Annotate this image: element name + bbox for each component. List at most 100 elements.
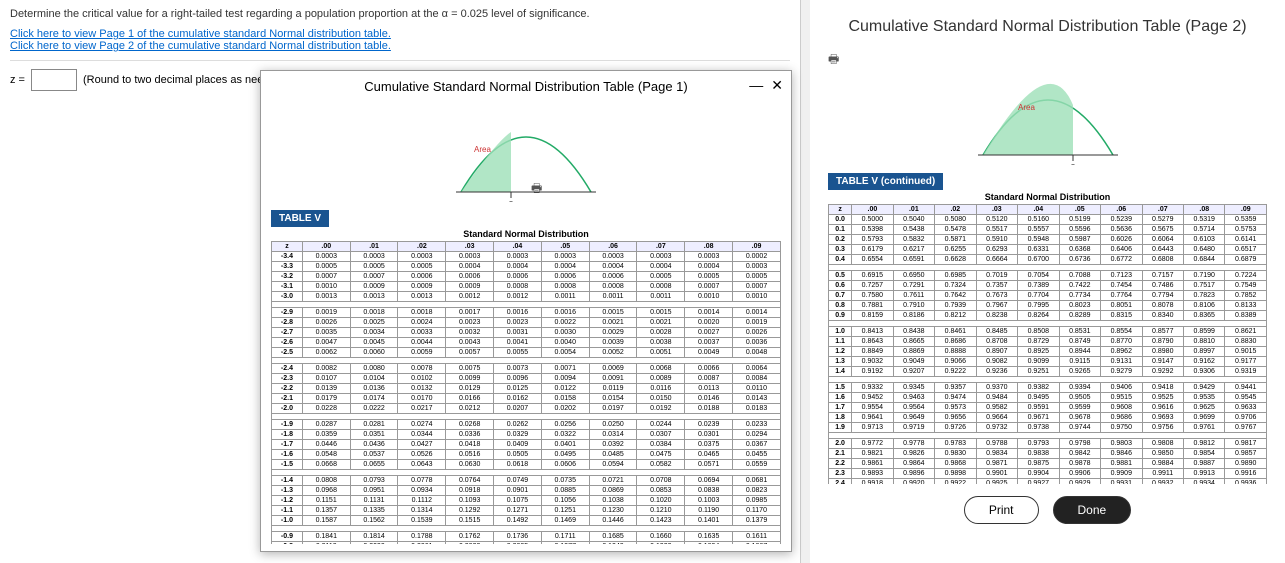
table-row: -1.50.06680.06550.06430.06300.06180.0606… [272, 460, 781, 470]
col-header: .06 [1101, 205, 1142, 215]
z-value: 1.0 [829, 327, 852, 337]
prob-cell: 0.7389 [1018, 281, 1059, 291]
prob-cell: 0.9406 [1101, 383, 1142, 393]
prob-cell: 0.0162 [494, 394, 542, 404]
link-page2[interactable]: Click here to view Page 2 of the cumulat… [10, 40, 790, 52]
modal-header: Cumulative Standard Normal Distribution … [261, 71, 791, 102]
prob-cell: 0.0582 [637, 460, 685, 470]
prob-cell: 0.5596 [1059, 225, 1100, 235]
prob-cell: 0.0003 [637, 252, 685, 262]
z-value: -1.7 [272, 440, 303, 450]
table-row: -2.20.01390.01360.01320.01290.01250.0122… [272, 384, 781, 394]
prob-cell: 0.0294 [733, 430, 781, 440]
prob-cell: 0.5160 [1018, 215, 1059, 225]
prob-cell: 0.0057 [446, 348, 494, 358]
prob-cell: 0.0322 [541, 430, 589, 440]
z-input[interactable] [31, 69, 77, 91]
prob-cell: 0.0287 [302, 420, 350, 430]
prob-cell: 0.0096 [494, 374, 542, 384]
prob-cell: 0.8869 [893, 347, 934, 357]
prob-cell: 0.5478 [935, 225, 976, 235]
prob-cell: 0.9904 [1018, 469, 1059, 479]
prob-cell: 0.0025 [350, 318, 398, 328]
prob-cell: 0.9545 [1225, 393, 1267, 403]
prob-cell: 0.1446 [589, 516, 637, 526]
prob-cell: 0.9857 [1225, 449, 1267, 459]
close-icon[interactable]: ✕ [771, 77, 783, 94]
print-button[interactable]: Print [964, 496, 1039, 524]
prob-cell: 0.9726 [935, 423, 976, 433]
prob-cell: 0.8485 [976, 327, 1017, 337]
prob-cell: 0.1271 [494, 506, 542, 516]
prob-cell: 0.0427 [398, 440, 446, 450]
table-row: 0.30.61790.62170.62550.62930.63310.63680… [829, 245, 1267, 255]
prob-cell: 0.0012 [494, 292, 542, 302]
done-button[interactable]: Done [1053, 496, 1132, 524]
prob-cell: 0.0749 [494, 476, 542, 486]
prob-cell: 0.8264 [1018, 311, 1059, 321]
prob-cell: 0.0005 [685, 272, 733, 282]
table-row: -1.90.02870.02810.02740.02680.02620.0256… [272, 420, 781, 430]
prob-cell: 0.0006 [494, 272, 542, 282]
z-value: 0.2 [829, 235, 852, 245]
prob-cell: 0.0030 [541, 328, 589, 338]
prob-cell: 0.8849 [852, 347, 893, 357]
prob-cell: 0.2090 [350, 542, 398, 545]
z-value: -1.4 [272, 476, 303, 486]
rounding-hint: (Round to two decimal places as needed.) [83, 74, 288, 86]
modal-body[interactable]: 🖶 z Area TABLE V Standard Normal Distrib… [261, 102, 791, 544]
prob-cell: 0.7224 [1225, 271, 1267, 281]
prob-cell: 0.0005 [302, 262, 350, 272]
table-row: -2.90.00190.00180.00180.00170.00160.0016… [272, 308, 781, 318]
prob-cell: 0.8810 [1184, 337, 1225, 347]
page2-body[interactable]: 🖶 z Area TABLE V (continued) Standard No… [810, 46, 1285, 484]
table-v-cont-label: TABLE V (continued) [828, 173, 943, 190]
prob-cell: 0.6026 [1101, 235, 1142, 245]
prob-cell: 0.8315 [1101, 311, 1142, 321]
prob-cell: 0.9147 [1142, 357, 1183, 367]
prob-cell: 0.8577 [1142, 327, 1183, 337]
prob-cell: 0.8438 [893, 327, 934, 337]
z-value: -0.8 [272, 542, 303, 545]
z-value: -1.0 [272, 516, 303, 526]
prob-cell: 0.0008 [541, 282, 589, 292]
prob-cell: 0.0968 [302, 486, 350, 496]
prob-cell: 0.0064 [733, 364, 781, 374]
print-icon-right[interactable]: 🖶 [828, 52, 839, 66]
prob-cell: 0.0694 [685, 476, 733, 486]
prob-cell: 0.8599 [1184, 327, 1225, 337]
prob-cell: 0.0217 [398, 404, 446, 414]
prob-cell: 0.7881 [852, 301, 893, 311]
prob-cell: 0.0446 [302, 440, 350, 450]
prob-cell: 0.9452 [852, 393, 893, 403]
z-value: -1.3 [272, 486, 303, 496]
prob-cell: 0.1251 [541, 506, 589, 516]
table-row: 0.80.78810.79100.79390.79670.79950.80230… [829, 301, 1267, 311]
prob-cell: 0.1922 [637, 542, 685, 545]
prob-cell: 0.6480 [1184, 245, 1225, 255]
prob-cell: 0.1314 [398, 506, 446, 516]
table-row: -1.70.04460.04360.04270.04180.04090.0401… [272, 440, 781, 450]
prob-cell: 0.9772 [852, 439, 893, 449]
prob-cell: 0.7157 [1142, 271, 1183, 281]
prob-cell: 0.0062 [302, 348, 350, 358]
link-page1[interactable]: Click here to view Page 1 of the cumulat… [10, 28, 790, 40]
prob-cell: 0.8078 [1142, 301, 1183, 311]
prob-cell: 0.1977 [541, 542, 589, 545]
prob-cell: 0.1539 [398, 516, 446, 526]
minimize-icon[interactable]: — [749, 77, 763, 94]
z-value: -2.3 [272, 374, 303, 384]
prob-cell: 0.0019 [302, 308, 350, 318]
prob-cell: 0.0023 [446, 318, 494, 328]
prob-cell: 0.0007 [302, 272, 350, 282]
table-row: -1.20.11510.11310.11120.10930.10750.1056… [272, 496, 781, 506]
prob-cell: 0.6772 [1101, 255, 1142, 265]
col-header: .04 [494, 242, 542, 252]
table-row: -0.90.18410.18140.17880.17620.17360.1711… [272, 532, 781, 542]
prob-cell: 0.0934 [398, 486, 446, 496]
prob-cell: 0.0039 [589, 338, 637, 348]
z-value: 1.6 [829, 393, 852, 403]
prob-cell: 0.0465 [685, 450, 733, 460]
prob-cell: 0.0004 [589, 262, 637, 272]
z-value: -3.1 [272, 282, 303, 292]
